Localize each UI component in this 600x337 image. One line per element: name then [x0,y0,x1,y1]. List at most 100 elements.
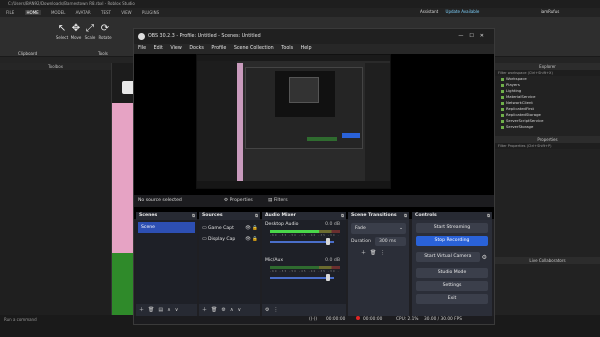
obs-menu-scene-collection[interactable]: Scene Collection [234,46,274,51]
fps-readout: 30.00 / 30.00 FPS [424,317,462,322]
source-item[interactable]: ▭Game Capt 👁 🔒 [199,223,260,234]
update-available-button[interactable]: Update Available [446,9,480,14]
transition-select[interactable]: Fade ⌄ [351,223,406,234]
scene-filter-icon[interactable]: ▤ [158,307,167,313]
rotate-tool[interactable]: ⟳ Rotate [97,23,113,40]
preview-right-panel [365,63,390,181]
collaborators-title: Live Collaborators [495,257,600,264]
controls-dock-title: Controls ⧉ [412,212,492,220]
mixer-channel-mic: Mic/Aux 0.0 dB -60 -55 -50 -45 -40 -35 -… [262,256,346,286]
service-icon [501,119,504,123]
preview-cmdbar [197,181,390,188]
explorer-item-label: ServerScriptService [506,118,544,123]
dock-undock-icon[interactable]: ⧉ [192,212,195,220]
viewport-wall [112,103,135,253]
volume-slider[interactable] [270,277,334,279]
studio-menu-file[interactable]: FILE [6,10,14,15]
mixer-dock-title: Audio Mixer ⧉ [262,212,346,220]
stop-recording-button[interactable]: Stop Recording [416,236,488,246]
preview-nested-button [342,133,360,138]
dock-undock-icon[interactable]: ⧉ [255,212,258,220]
start-virtual-camera-button[interactable]: Start Virtual Camera [416,252,480,262]
dock-undock-icon[interactable]: ⧉ [487,212,490,220]
visibility-lock-icons[interactable]: 👁 🔒 [245,234,258,245]
remove-scene-icon[interactable]: 🗑 [148,307,158,313]
add-source-icon[interactable]: ＋ [202,307,211,313]
rec-time: 00:00:00 [363,317,383,322]
obs-title-text: OBS 30.2.3 - Profile: Untitled - Scenes:… [148,34,261,39]
service-icon [501,101,504,105]
user-name[interactable]: iamRufus [541,9,560,14]
maximize-icon[interactable]: ☐ [469,33,479,39]
dock-undock-icon[interactable]: ⧉ [404,212,407,220]
explorer-item[interactable]: ServerStorage [495,124,600,130]
stream-icon: ((·)) [309,317,318,322]
studio-menu-model[interactable]: MODEL [51,10,65,15]
duration-input[interactable]: 300 ms [374,237,406,246]
transition-buttons: ＋ 🗑 ⋮ [351,249,406,257]
preview-capture [196,54,391,189]
minimize-icon[interactable]: — [458,33,469,39]
duration-label: Duration [351,239,371,244]
explorer-item-label: ReplicatedStorage [506,112,541,117]
transition-menu-icon[interactable]: ⋮ [380,250,389,256]
studio-top-right: Assistant Update Available iamRufus [420,9,559,14]
add-transition-icon[interactable]: ＋ [361,249,370,256]
volume-slider[interactable] [270,241,334,243]
add-scene-icon[interactable]: ＋ [139,307,148,313]
visibility-lock-icons[interactable]: 👁 🔒 [245,223,258,234]
remove-source-icon[interactable]: 🗑 [211,307,221,313]
scale-tool[interactable]: ⤢ Scale [82,23,98,40]
scenes-title: Scenes [139,213,158,218]
sources-footer: ＋🗑⚙∧∨ [199,304,260,316]
game-viewport[interactable] [112,63,135,315]
scene-item[interactable]: Scene [138,222,195,233]
volume-slider-knob[interactable] [326,274,330,281]
service-icon [501,107,504,111]
properties-body [495,149,600,257]
studio-menu-avatar[interactable]: AVATAR [76,10,91,15]
studio-menu-plugins[interactable]: PLUGINS [142,10,159,15]
filters-button[interactable]: ▤ Filters [268,195,288,207]
obs-menu-profile[interactable]: Profile [211,46,226,51]
start-streaming-button[interactable]: Start Streaming [416,223,488,233]
studio-menu-view[interactable]: VIEW [121,10,131,15]
move-up-icon[interactable]: ∧ [230,307,238,313]
viewport-grass [112,253,135,315]
studio-menu-home[interactable]: HOME [24,10,41,15]
move-up-icon[interactable]: ∧ [167,307,175,313]
obs-menu-help[interactable]: Help [301,46,312,51]
settings-button[interactable]: Settings [416,281,488,291]
sources-list: ▭Game Capt 👁 🔒 ▭Display Cap 👁 🔒 [199,220,260,304]
explorer-item-label: Workspace [506,76,527,81]
obs-menu-file[interactable]: File [138,46,146,51]
remove-transition-icon[interactable]: 🗑 [370,250,380,256]
scenes-dock-title: Scenes ⧉ [136,212,197,220]
assistant-button[interactable]: Assistant [420,9,438,14]
gear-icon[interactable]: ⚙ [482,254,487,261]
obs-menu-docks[interactable]: Docks [189,46,204,51]
controls-dock: Controls ⧉ Start Streaming Stop Recording… [412,212,492,316]
volume-slider-knob[interactable] [326,238,330,245]
mixer-title: Audio Mixer [265,213,296,218]
meter-ticks: -60 -55 -50 -45 -40 -35 -30 -25 -20 -15 … [270,270,340,273]
close-icon[interactable]: ✕ [480,33,490,39]
dock-undock-icon[interactable]: ⧉ [341,212,344,220]
move-down-icon[interactable]: ∨ [175,307,183,313]
source-props-icon[interactable]: ⚙ [221,307,229,313]
obs-menu-tools[interactable]: Tools [281,46,293,51]
studio-mode-button[interactable]: Studio Mode [416,268,488,278]
record-icon [356,316,360,320]
obs-menu-edit[interactable]: Edit [154,46,163,51]
explorer-item-label: Players [506,82,520,87]
obs-menubar: File Edit View Docks Profile Scene Colle… [134,44,494,54]
studio-menu-test[interactable]: TEST [101,10,111,15]
move-down-icon[interactable]: ∨ [238,307,246,313]
source-item[interactable]: ▭Display Cap 👁 🔒 [199,234,260,245]
mixer-menu-icon[interactable]: ⋮ [273,307,282,313]
properties-button[interactable]: ⚙ Properties [224,195,253,207]
preview-left-panel [197,61,237,181]
exit-button[interactable]: Exit [416,294,488,304]
obs-menu-view[interactable]: View [170,46,181,51]
meter-ticks: -60 -55 -50 -45 -40 -35 -30 -25 -20 -15 … [270,234,340,237]
